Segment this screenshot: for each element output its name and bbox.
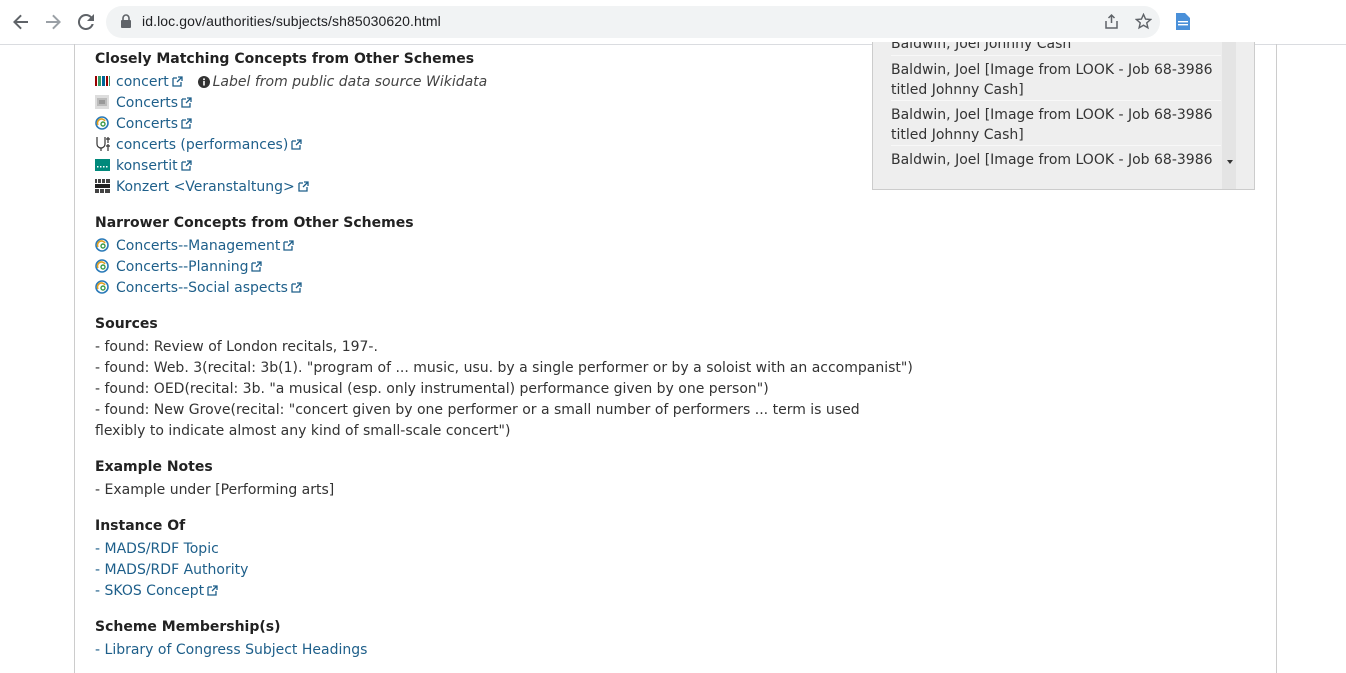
- instance-of-section: Instance Of - MADS/RDF Topic - MADS/RDF …: [95, 516, 248, 602]
- list-item: Concerts--Social aspects: [95, 278, 414, 299]
- page-container: Baldwin, Joel Johnny Cash Baldwin, Joel …: [74, 42, 1277, 673]
- instance-prefix: -: [95, 541, 105, 557]
- related-names-list[interactable]: Baldwin, Joel Johnny Cash Baldwin, Joel …: [872, 42, 1255, 190]
- dnb-icon: [95, 179, 110, 193]
- closely-matching-section: Closely Matching Concepts from Other Sch…: [95, 49, 487, 198]
- lock-icon[interactable]: [120, 14, 132, 34]
- external-link-icon[interactable]: [283, 237, 295, 251]
- external-link-icon[interactable]: [291, 279, 302, 293]
- source-item: - found: Web. 3(recital: 3b(1). "program…: [95, 360, 913, 376]
- extension-document-icon[interactable]: [1175, 12, 1191, 36]
- finto-icon: [95, 158, 110, 172]
- external-link-icon[interactable]: [251, 258, 263, 272]
- narrower-concepts-section: Narrower Concepts from Other Schemes Con…: [95, 213, 414, 299]
- wikidata-icon: [95, 74, 110, 88]
- back-icon[interactable]: [10, 11, 32, 33]
- divider: [891, 55, 1221, 56]
- scroll-down-arrow-icon[interactable]: [1227, 160, 1233, 164]
- external-link-icon[interactable]: [291, 136, 302, 150]
- list-item[interactable]: Baldwin, Joel [Image from LOOK - Job 68-…: [891, 150, 1221, 170]
- list-item: Concerts--Planning: [95, 257, 414, 278]
- section-heading: Scheme Membership(s): [95, 619, 281, 635]
- lcsh-link[interactable]: Library of Congress Subject Headings: [105, 642, 368, 658]
- external-link-icon[interactable]: [298, 178, 309, 192]
- sources-section: Sources - found: Review of London recita…: [95, 314, 913, 442]
- reload-icon[interactable]: [75, 11, 97, 33]
- section-heading: Narrower Concepts from Other Schemes: [95, 215, 414, 231]
- divider: [891, 100, 1221, 101]
- instance-prefix: -: [95, 583, 105, 599]
- scheme-membership-section: Scheme Membership(s) - Library of Congre…: [95, 617, 367, 661]
- list-item: Concerts: [95, 114, 487, 135]
- concerts-management-link[interactable]: Concerts--Management: [116, 238, 280, 254]
- note-item: - Example under [Performing arts]: [95, 482, 335, 498]
- browser-toolbar: id.loc.gov/authorities/subjects/sh850306…: [0, 0, 1346, 45]
- share-icon[interactable]: [1103, 13, 1121, 31]
- concerts-link[interactable]: Concerts: [116, 116, 178, 132]
- list-item: Concerts--Management: [95, 236, 414, 257]
- section-heading: Sources: [95, 316, 158, 332]
- source-item: - found: OED(recital: 3b. "a musical (es…: [95, 381, 769, 397]
- scrollbar[interactable]: [1222, 42, 1236, 189]
- mads-topic-link[interactable]: MADS/RDF Topic: [105, 541, 219, 557]
- external-link-icon[interactable]: [172, 73, 183, 87]
- concert-link[interactable]: concert: [116, 74, 169, 90]
- concerts-social-aspects-link[interactable]: Concerts--Social aspects: [116, 280, 288, 296]
- bookmark-star-icon[interactable]: [1134, 12, 1153, 31]
- list-item: - Library of Congress Subject Headings: [95, 640, 367, 661]
- external-link-icon[interactable]: [181, 94, 192, 108]
- fast-icon: [95, 116, 110, 130]
- list-item: konsertit: [95, 156, 487, 177]
- skos-concept-link[interactable]: SKOS Concept: [105, 583, 205, 599]
- concerts-link[interactable]: Concerts: [116, 95, 178, 111]
- address-bar[interactable]: id.loc.gov/authorities/subjects/sh850306…: [106, 6, 1160, 38]
- fast-icon: [95, 259, 110, 273]
- loc-gallery-icon: [95, 95, 110, 109]
- list-item[interactable]: Baldwin, Joel [Image from LOOK - Job 68-…: [891, 60, 1221, 100]
- url-text[interactable]: id.loc.gov/authorities/subjects/sh850306…: [142, 13, 441, 29]
- source-item: - found: New Grove(recital: "concert giv…: [95, 402, 860, 439]
- section-heading: Closely Matching Concepts from Other Sch…: [95, 51, 475, 67]
- list-item: Concerts: [95, 93, 487, 114]
- source-item: - found: Review of London recitals, 197-…: [95, 339, 378, 355]
- getty-aat-icon: [95, 136, 110, 151]
- fast-icon: [95, 280, 110, 294]
- fast-icon: [95, 238, 110, 252]
- external-link-icon[interactable]: [207, 582, 218, 596]
- instance-prefix: -: [95, 562, 105, 578]
- list-item: Konzert <Veranstaltung>: [95, 177, 487, 198]
- external-link-icon[interactable]: [181, 115, 192, 129]
- list-item[interactable]: Baldwin, Joel [Image from LOOK - Job 68-…: [891, 105, 1221, 145]
- list-item: concert Label from public data source Wi…: [95, 72, 487, 93]
- external-link-icon[interactable]: [180, 157, 192, 171]
- mads-authority-link[interactable]: MADS/RDF Authority: [105, 562, 249, 578]
- section-heading: Example Notes: [95, 459, 213, 475]
- list-item: - MADS/RDF Topic: [95, 539, 248, 560]
- section-heading: Instance Of: [95, 518, 186, 534]
- konzert-link[interactable]: Konzert <Veranstaltung>: [116, 179, 295, 195]
- list-item: - MADS/RDF Authority: [95, 560, 248, 581]
- concerts-performances-link[interactable]: concerts (performances): [116, 137, 288, 153]
- list-item[interactable]: Baldwin, Joel Johnny Cash: [891, 42, 1221, 54]
- scheme-prefix: -: [95, 642, 105, 658]
- example-notes-section: Example Notes - Example under [Performin…: [95, 457, 334, 501]
- concerts-planning-link[interactable]: Concerts--Planning: [116, 259, 248, 275]
- konsertit-link[interactable]: konsertit: [116, 158, 178, 174]
- forward-icon[interactable]: [42, 11, 64, 33]
- divider: [891, 145, 1221, 146]
- info-icon: [197, 74, 210, 88]
- list-item: concerts (performances): [95, 135, 487, 156]
- list-item: - SKOS Concept: [95, 581, 248, 602]
- source-note: Label from public data source Wikidata: [212, 74, 488, 90]
